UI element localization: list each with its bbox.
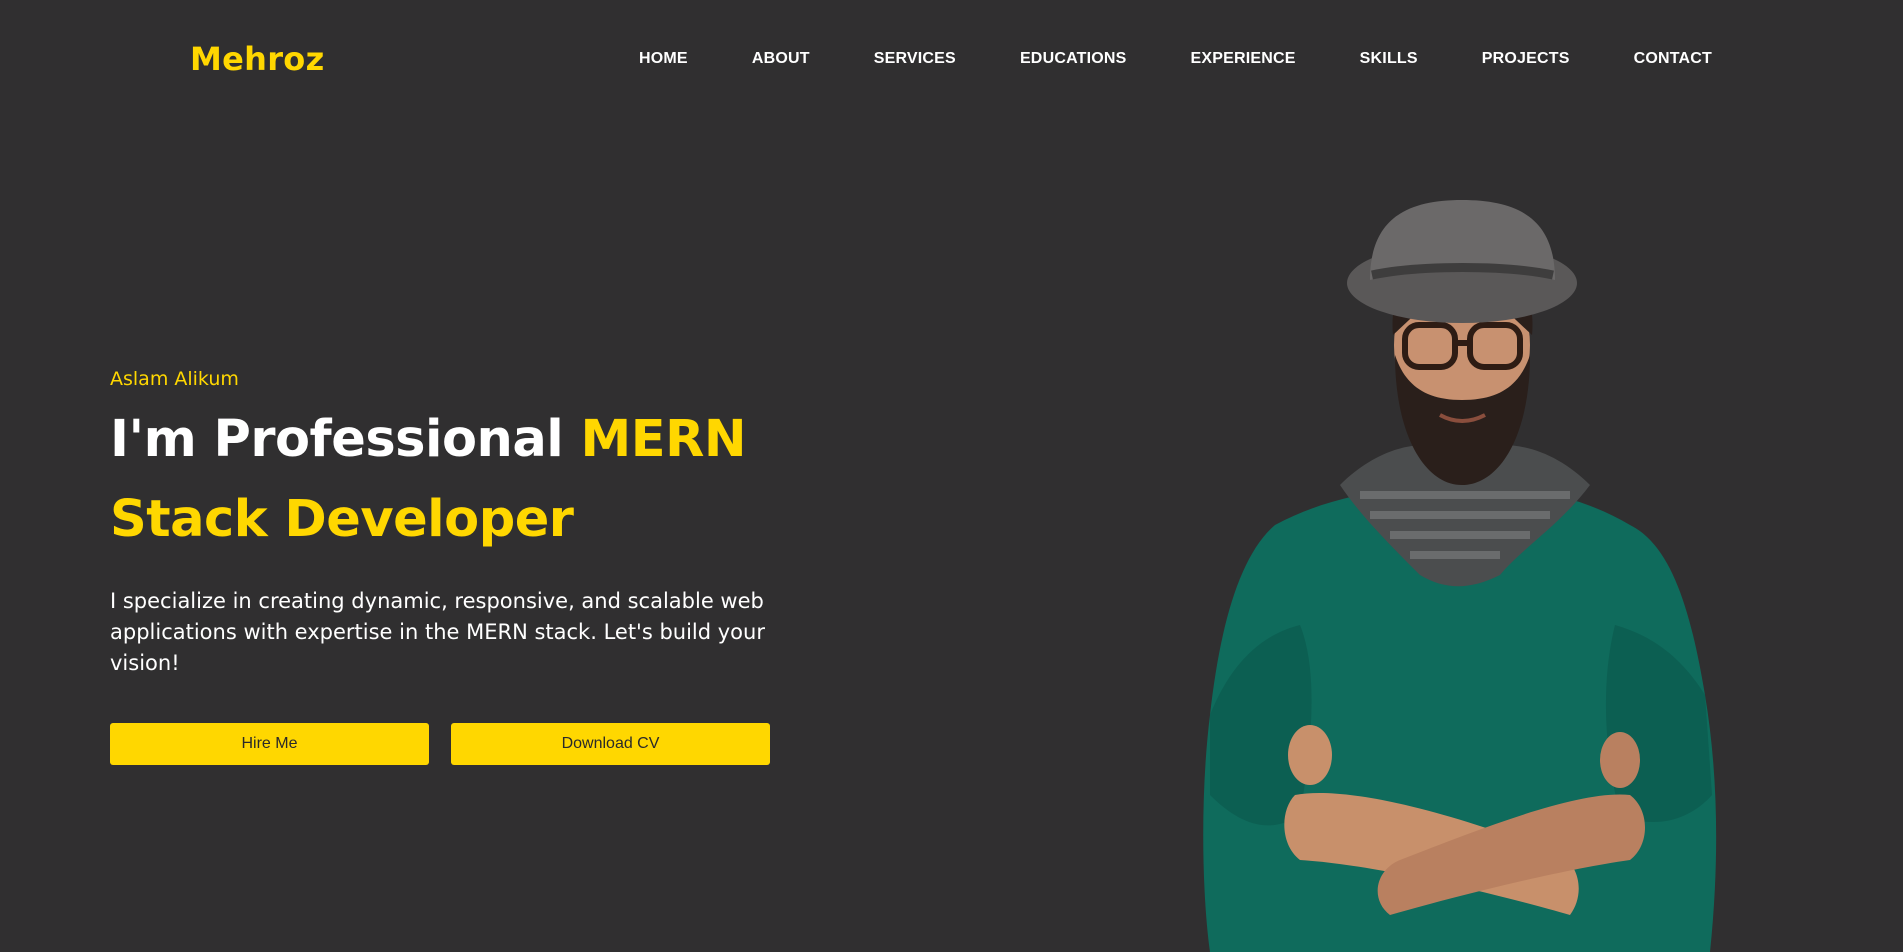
nav-item-experience[interactable]: EXPERIENCE [1191, 50, 1296, 68]
hero-description: I specialize in creating dynamic, respon… [110, 589, 765, 675]
nav-item-projects[interactable]: PROJECTS [1482, 50, 1570, 68]
nav-item-about[interactable]: ABOUT [752, 50, 810, 68]
site-logo[interactable]: Mehroz [190, 40, 325, 78]
nav-item-educations[interactable]: EDUCATIONS [1020, 50, 1127, 68]
developer-portrait [1203, 200, 1717, 952]
nav-item-services[interactable]: SERVICES [874, 50, 956, 68]
headline-accent-mern: MERN [580, 410, 747, 469]
nav-item-skills[interactable]: SKILLS [1360, 50, 1418, 68]
headline-text: I'm Professional [110, 410, 581, 469]
download-cv-button[interactable]: Download CV [451, 723, 770, 765]
nav-item-home[interactable]: HOME [639, 50, 688, 68]
hero-greeting: Aslam Alikum [110, 368, 239, 390]
hero-headline: I'm Professional MERN Stack Developer [110, 400, 790, 560]
main-nav: HOME ABOUT SERVICES EDUCATIONS EXPERIENC… [639, 50, 1712, 68]
hero-buttons: Hire Me Download CV [110, 723, 790, 765]
hire-me-button[interactable]: Hire Me [110, 723, 429, 765]
nav-item-contact[interactable]: CONTACT [1634, 50, 1712, 68]
headline-accent-role: Stack Developer [110, 490, 574, 549]
hero-section: Aslam Alikum I'm Professional MERN Stack … [110, 368, 790, 765]
